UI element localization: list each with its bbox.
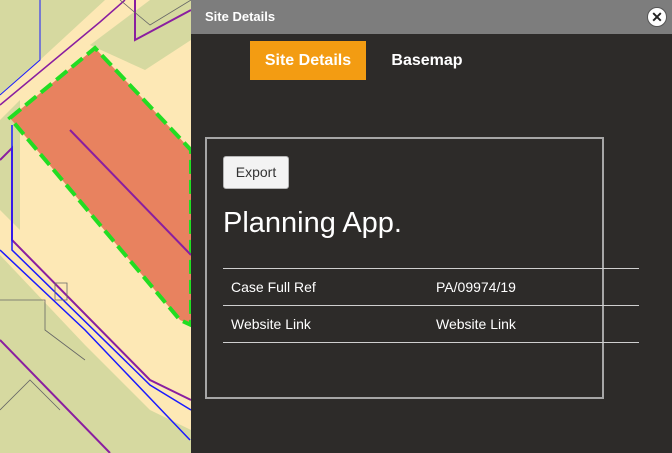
panel-header: Site Details ✕: [191, 0, 672, 34]
tab-site-details[interactable]: Site Details: [250, 41, 366, 80]
table-row: Case Full Ref PA/09974/19: [223, 268, 639, 306]
export-button[interactable]: Export: [223, 156, 289, 189]
case-ref-label: Case Full Ref: [223, 268, 436, 306]
website-link[interactable]: Website Link: [436, 305, 639, 343]
website-link-label: Website Link: [223, 305, 436, 343]
close-icon[interactable]: ✕: [647, 7, 667, 27]
site-details-panel: Site Details ✕ Site Details Basemap Expo…: [191, 0, 672, 453]
table-row: Website Link Website Link: [223, 305, 639, 343]
content-box: Export Planning App. Case Full Ref PA/09…: [205, 137, 639, 399]
tab-basemap[interactable]: Basemap: [381, 41, 473, 80]
attribute-table: Case Full Ref PA/09974/19 Website Link W…: [223, 268, 639, 343]
case-ref-value: PA/09974/19: [436, 268, 639, 306]
record-heading: Planning App.: [223, 207, 402, 239]
panel-title: Site Details: [205, 9, 276, 24]
